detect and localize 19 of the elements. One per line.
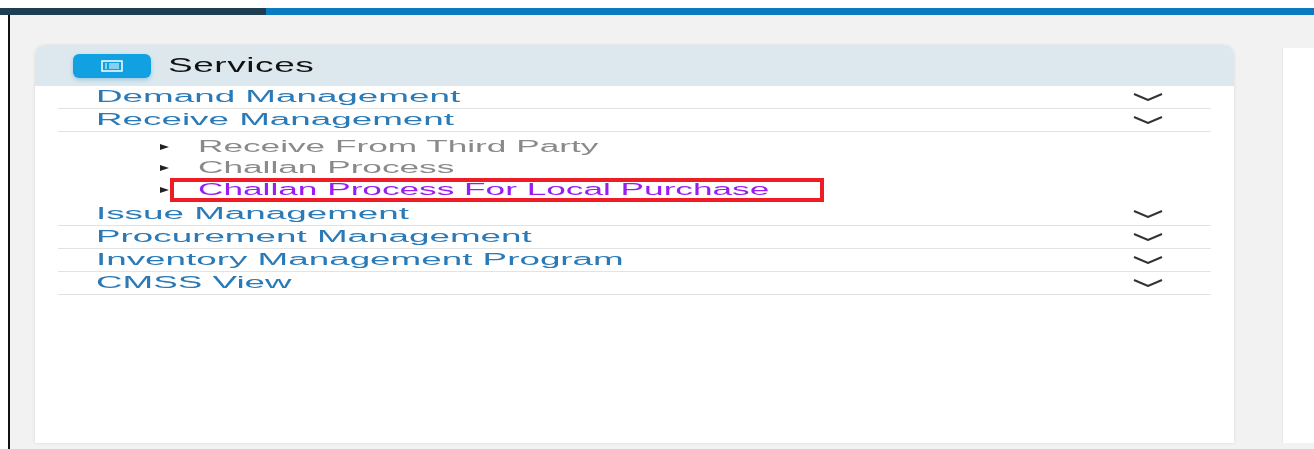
- menu-item[interactable]: Receive Management: [96, 111, 454, 129]
- bullet-icon: [160, 186, 169, 193]
- list-icon: [101, 59, 123, 72]
- bullet-icon: [160, 165, 169, 172]
- menu-item[interactable]: CMSS View: [96, 273, 292, 292]
- menu-item[interactable]: Procurement Management: [96, 227, 532, 246]
- submenu-link[interactable]: Receive From Third Party: [170, 134, 746, 159]
- menu-item[interactable]: Inventory Management Program: [96, 250, 624, 269]
- menu-item[interactable]: Issue Management: [96, 204, 409, 223]
- card-title: Services: [168, 54, 315, 77]
- chevron-down-icon[interactable]: [1133, 93, 1163, 101]
- menu-item[interactable]: Demand Management: [96, 88, 461, 106]
- chevron-down-icon[interactable]: [1133, 255, 1163, 264]
- chevron-down-icon[interactable]: [1133, 116, 1163, 124]
- bullet-icon: [160, 143, 169, 150]
- chevron-down-icon[interactable]: [1133, 209, 1163, 218]
- submenu-link[interactable]: Challan Process For Local Purchase: [170, 177, 824, 202]
- chevron-down-icon[interactable]: [1133, 278, 1163, 287]
- chevron-down-icon[interactable]: [1133, 232, 1163, 241]
